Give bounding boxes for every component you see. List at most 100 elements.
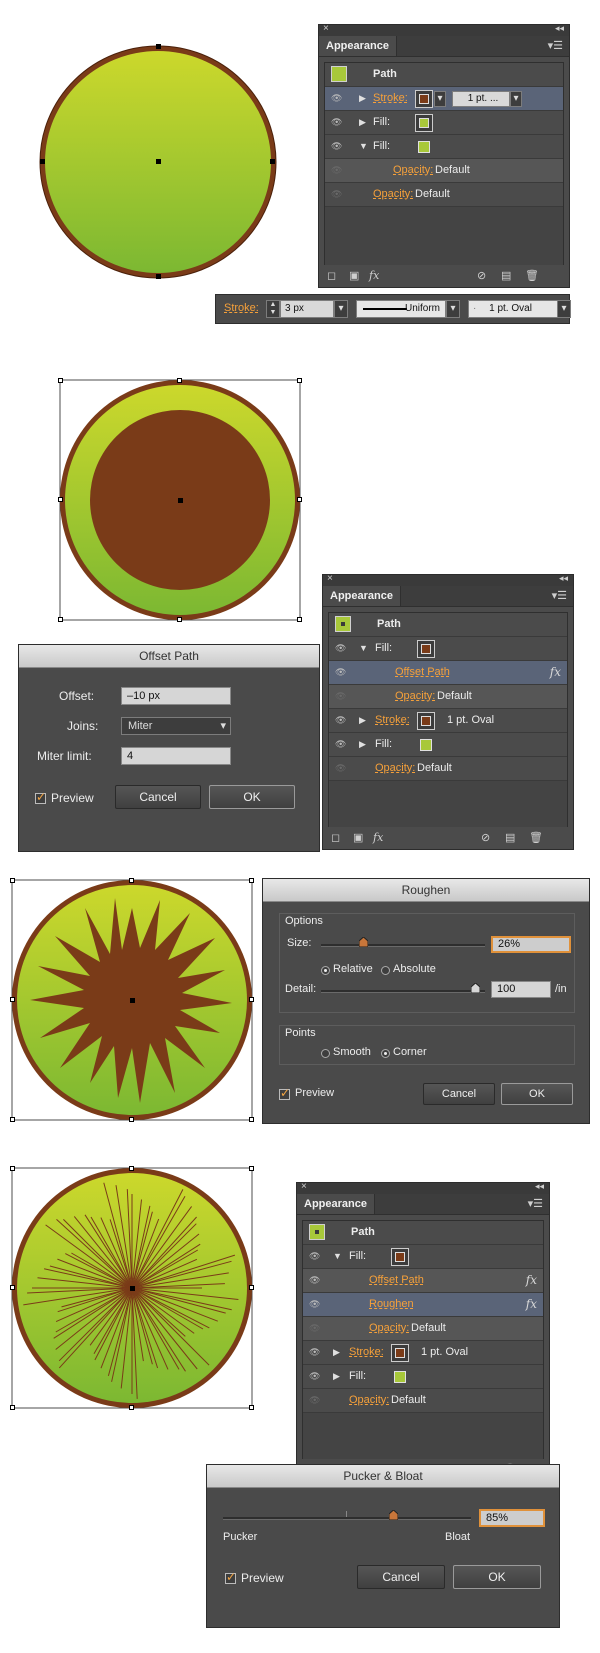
bounding-box-handle[interactable] [249,997,254,1002]
roughen-row[interactable]: 👁 Roughen fx [303,1293,543,1317]
bounding-box-handle[interactable] [129,1117,134,1122]
cancel-button[interactable]: Cancel [357,1565,445,1589]
preview-checkbox[interactable] [35,790,46,804]
fx-icon[interactable]: fx [369,269,379,282]
opacity-label[interactable]: Opacity: [375,762,415,774]
eye-icon[interactable]: 👁 [331,166,343,175]
fill-swatch[interactable] [391,1248,409,1266]
stroke-label[interactable]: Stroke: [373,92,408,104]
eye-icon[interactable]: 👁 [335,692,347,701]
path-header-row[interactable]: Path [325,63,563,87]
double-chevron-icon[interactable]: ◂◂ [559,573,568,584]
offset-input[interactable]: –10 px [121,687,231,705]
center-point[interactable] [130,998,135,1003]
double-chevron-icon[interactable]: ◂◂ [535,1181,544,1192]
offset-path-row[interactable]: 👁 Offset Path fx [329,661,567,685]
fill-swatch[interactable] [394,1371,406,1383]
anchor-point[interactable] [40,159,45,164]
opacity-row[interactable]: 👁 Opacity: Default [329,757,567,781]
stroke-label[interactable]: Stroke: [349,1346,384,1358]
size-slider-thumb[interactable] [359,937,368,947]
stroke-weight-dropdown[interactable]: ▾ [334,300,348,318]
bounding-box-handle[interactable] [58,617,63,622]
collapse-triangle-icon[interactable]: ▼ [359,141,368,151]
eye-icon[interactable]: 👁 [335,764,347,773]
corner-radio[interactable] [381,1049,390,1058]
anchor-point[interactable] [270,159,275,164]
anchor-point[interactable] [156,44,161,49]
eye-icon[interactable]: 👁 [331,118,343,127]
bounding-box-handle[interactable] [249,1166,254,1171]
brush-definition[interactable]: · 1 pt. Oval [468,300,558,318]
opacity-label[interactable]: Opacity: [349,1394,389,1406]
bounding-box-handle[interactable] [297,497,302,502]
bounding-box-handle[interactable] [129,1166,134,1171]
eye-icon[interactable]: 👁 [335,740,347,749]
offset-path-label[interactable]: Offset Path [395,666,450,678]
fill-row-1[interactable]: 👁 ▼ Fill: [329,637,567,661]
new-art-icon[interactable]: ◻ [331,831,340,844]
opacity-label[interactable]: Opacity: [373,188,413,200]
bounding-box-handle[interactable] [10,997,15,1002]
size-slider[interactable] [321,944,485,947]
stroke-label[interactable]: Stroke: [375,714,410,726]
eye-icon[interactable]: 👁 [331,142,343,151]
bounding-box-handle[interactable] [129,878,134,883]
artwork-lime-step4[interactable] [10,1166,254,1410]
opacity-row[interactable]: 👁 Opacity: Default [325,183,563,207]
trash-icon[interactable]: 🗑 [529,831,543,844]
collapse-triangle-icon[interactable]: ▼ [333,1251,342,1261]
stroke-row[interactable]: 👁 ▶ Stroke: ▾ 1 pt. ... ▾ [325,87,563,111]
offset-path-row[interactable]: 👁 Offset Path fx [303,1269,543,1293]
panel-menu-icon[interactable]: ▾☰ [548,39,563,52]
eye-icon[interactable]: 👁 [331,190,343,199]
trash-icon[interactable]: 🗑 [525,269,539,282]
bounding-box-handle[interactable] [297,617,302,622]
bounding-box-handle[interactable] [249,878,254,883]
tab-appearance[interactable]: Appearance [319,36,397,56]
center-point[interactable] [130,1286,135,1291]
add-stroke-icon[interactable]: ▣ [349,269,359,282]
absolute-radio[interactable] [381,966,390,975]
eye-icon[interactable]: 👁 [335,668,347,677]
profile-dropdown[interactable]: ▾ [446,300,460,318]
ok-button[interactable]: OK [209,785,295,809]
bounding-box-handle[interactable] [129,1405,134,1410]
bounding-box-handle[interactable] [249,1117,254,1122]
expand-triangle-icon[interactable]: ▶ [359,93,366,104]
artwork-lime-step1[interactable] [38,44,278,280]
double-chevron-icon[interactable]: ◂◂ [555,23,564,34]
new-art-icon[interactable]: ◻ [327,269,336,282]
eye-icon[interactable]: 👁 [331,94,343,103]
eye-icon[interactable]: 👁 [309,1300,321,1309]
roughen-label[interactable]: Roughen [369,1298,414,1310]
opacity-row[interactable]: 👁 Opacity: Default [303,1389,543,1413]
eye-icon[interactable]: 👁 [335,716,347,725]
fill-row-2[interactable]: 👁 ▶ Fill: [303,1365,543,1389]
bounding-box-handle[interactable] [249,1285,254,1290]
expand-triangle-icon[interactable]: ▶ [359,117,366,128]
relative-radio[interactable] [321,966,330,975]
close-icon[interactable]: × [327,573,333,584]
opacity-label[interactable]: Opacity: [369,1322,409,1334]
tab-appearance[interactable]: Appearance [323,586,401,606]
opacity-label[interactable]: Opacity: [395,690,435,702]
ok-button[interactable]: OK [501,1083,573,1105]
duplicate-item-icon[interactable]: ▤ [505,831,515,844]
clear-appearance-icon[interactable]: ⊘ [477,269,486,282]
pucker-bloat-slider-thumb[interactable] [389,1510,398,1520]
eye-icon[interactable]: 👁 [309,1324,321,1333]
bounding-box-handle[interactable] [10,1285,15,1290]
fill-row-1[interactable]: 👁 ▼ Fill: [303,1245,543,1269]
bounding-box-handle[interactable] [10,1117,15,1122]
stroke-swatch[interactable] [391,1344,409,1362]
fill-swatch[interactable] [420,739,432,751]
panel-menu-icon[interactable]: ▾☰ [552,589,567,602]
fill-swatch[interactable] [417,640,435,658]
preview-checkbox[interactable] [225,1570,236,1584]
ok-button[interactable]: OK [453,1565,541,1589]
stroke-weight-dropdown[interactable]: ▾ [510,91,522,107]
eye-icon[interactable]: 👁 [309,1372,321,1381]
fill-swatch[interactable] [418,141,430,153]
clear-appearance-icon[interactable]: ⊘ [481,831,490,844]
